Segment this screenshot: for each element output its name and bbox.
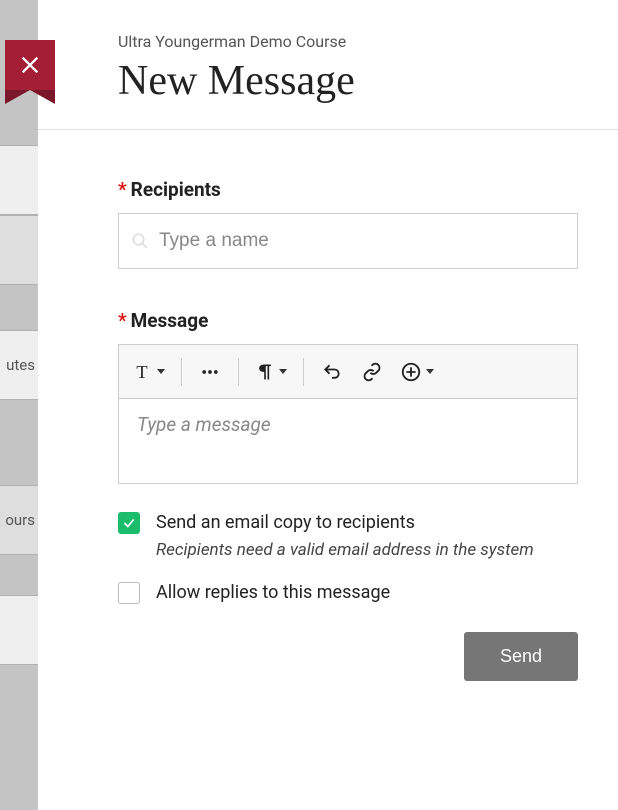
svg-text:T: T [136, 362, 147, 382]
pilcrow-icon [255, 362, 275, 382]
chevron-down-icon [279, 369, 287, 374]
bg-row [0, 595, 38, 665]
recipients-input[interactable] [159, 230, 565, 252]
bg-row: ours [0, 485, 38, 555]
toolbar-separator [303, 358, 304, 386]
recipients-field-wrap[interactable] [118, 213, 578, 269]
chevron-down-icon [157, 369, 165, 374]
chevron-down-icon [426, 369, 434, 374]
email-copy-checkbox[interactable] [118, 512, 140, 534]
check-icon [122, 516, 136, 530]
undo-icon [321, 362, 343, 382]
email-copy-hint: Recipients need a valid email address in… [156, 540, 578, 560]
page-title: New Message [118, 57, 578, 105]
close-button[interactable] [5, 40, 55, 90]
bg-row [0, 215, 38, 285]
insert-menu[interactable] [394, 354, 440, 390]
email-copy-option: Send an email copy to recipients [118, 512, 578, 534]
panel-header: Ultra Youngerman Demo Course New Message [38, 0, 618, 130]
course-name: Ultra Youngerman Demo Course [118, 32, 578, 51]
link-icon [361, 362, 383, 382]
form-area: *Recipients *Message T [38, 130, 618, 701]
required-indicator: * [118, 309, 127, 332]
message-placeholder: Type a message [137, 413, 271, 436]
allow-replies-option: Allow replies to this message [118, 582, 578, 604]
email-copy-label: Send an email copy to recipients [156, 512, 415, 534]
recipients-label: *Recipients [118, 178, 578, 201]
undo-button[interactable] [314, 354, 350, 390]
message-textarea[interactable]: Type a message [119, 399, 577, 483]
send-button[interactable]: Send [464, 632, 578, 681]
new-message-panel: Ultra Youngerman Demo Course New Message… [38, 0, 618, 810]
allow-replies-label: Allow replies to this message [156, 582, 390, 604]
message-editor: T [118, 344, 578, 484]
paragraph-menu[interactable] [249, 354, 293, 390]
allow-replies-checkbox[interactable] [118, 582, 140, 604]
message-label: *Message [118, 309, 578, 332]
more-options-menu[interactable] [192, 354, 228, 390]
bg-row: utes [0, 330, 38, 400]
toolbar-separator [181, 358, 182, 386]
link-button[interactable] [354, 354, 390, 390]
bg-row [0, 145, 38, 215]
required-indicator: * [118, 178, 127, 201]
text-style-icon: T [133, 362, 153, 382]
toolbar-separator [238, 358, 239, 386]
editor-toolbar: T [119, 345, 577, 399]
actions-row: Send [118, 632, 578, 681]
ellipsis-icon [199, 362, 221, 382]
search-icon [131, 232, 149, 250]
close-ribbon-decoration [5, 90, 55, 104]
circle-plus-icon [400, 361, 422, 383]
close-icon [19, 54, 41, 76]
text-style-menu[interactable]: T [127, 354, 171, 390]
background-sidebar [0, 0, 38, 810]
